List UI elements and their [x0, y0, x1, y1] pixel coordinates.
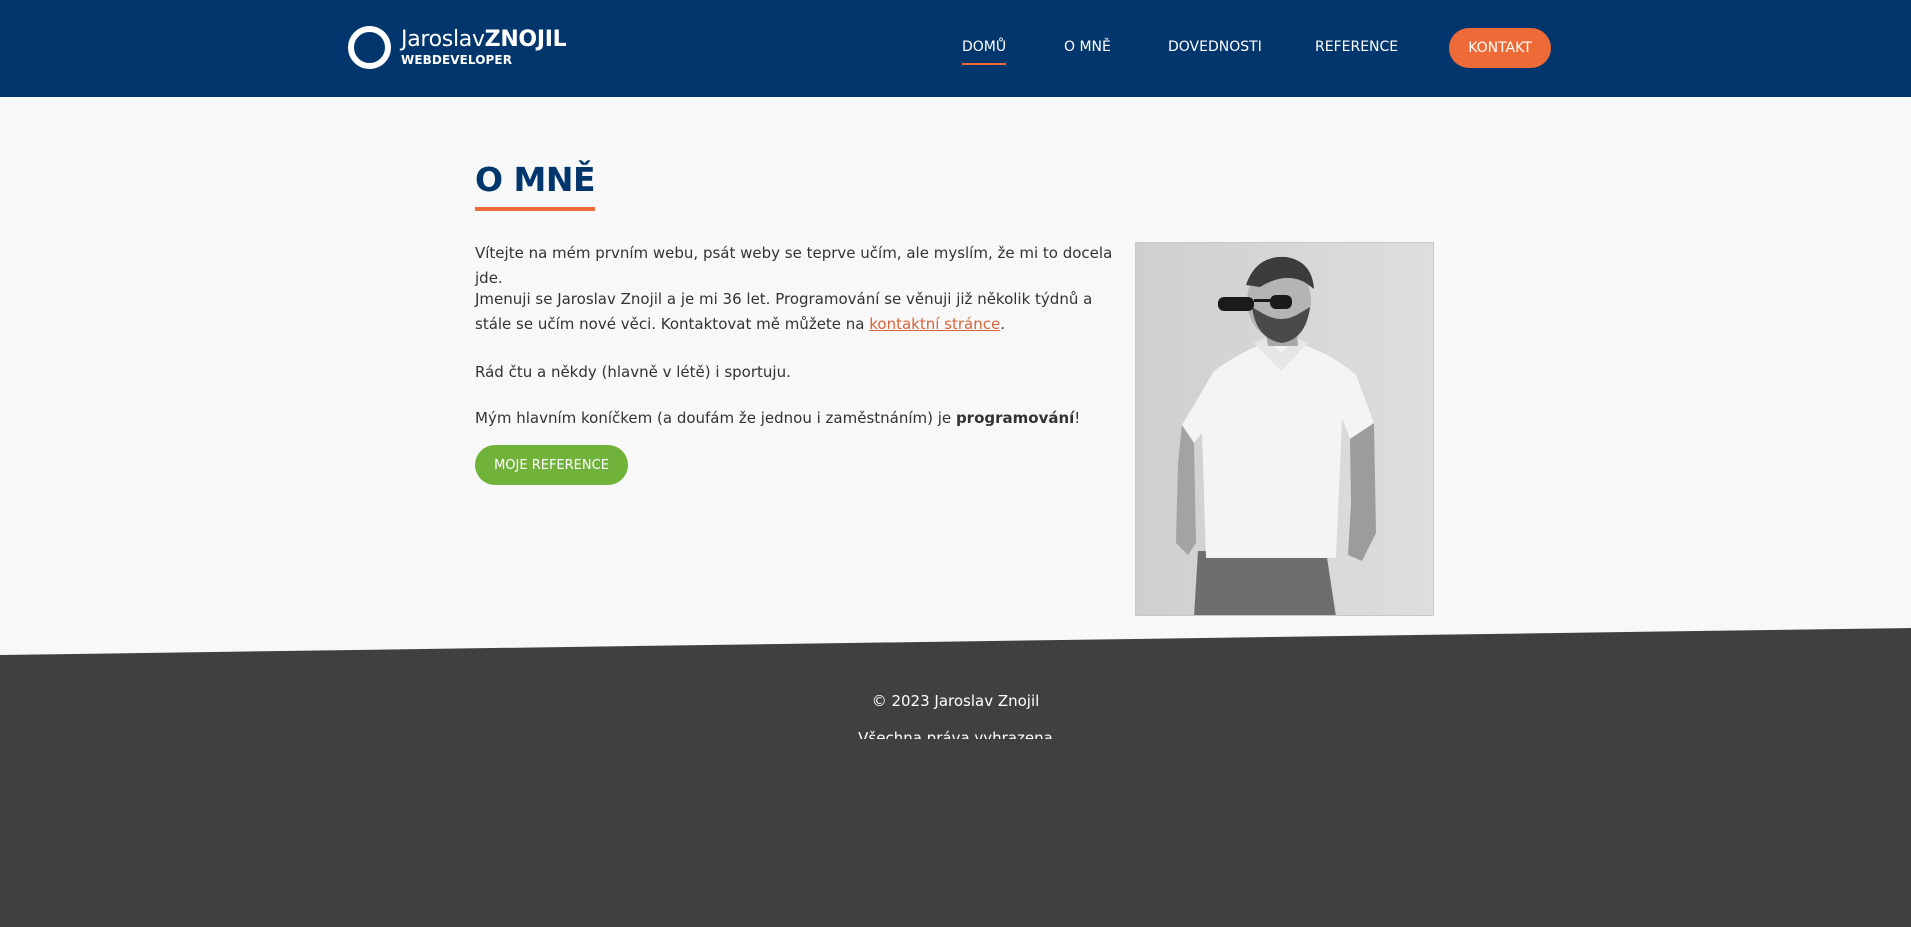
main-hobby-paragraph: Mým hlavním koníčkem (a doufám že jednou… [475, 406, 1115, 431]
intro-paragraph: Vítejte na mém prvním webu, psát weby se… [475, 244, 1113, 287]
footer-cut-text: Všechna práva vyhrazena [858, 729, 1053, 739]
hobby-paragraph: Rád čtu a někdy (hlavně v létě) i sportu… [475, 363, 791, 381]
page-title: O MNĚ [475, 160, 596, 211]
footer-copyright: © 2023 Jaroslav Znojil [871, 692, 1040, 710]
contact-page-link[interactable]: kontaktní stránce [869, 315, 1000, 333]
main-hobby-text: Mým hlavním koníčkem (a doufám že jednou… [475, 409, 956, 427]
logo[interactable]: JaroslavZNOJIL WEBDEVELOPER [348, 26, 567, 69]
logo-last-name: ZNOJIL [484, 27, 567, 52]
age-end: . [1000, 315, 1006, 333]
about-section: O MNĚ Vítejte na mém prvním webu, psát w… [475, 160, 1112, 485]
nav-item-o-mne[interactable]: O MNĚ [1064, 39, 1111, 55]
nav-item-domu[interactable]: DOMŮ [962, 39, 1007, 65]
age-paragraph: Jmenuji se Jaroslav Znojil a je mi 36 le… [475, 287, 1115, 337]
profile-photo [1135, 242, 1434, 616]
main-hobby-bold: programování [955, 409, 1075, 427]
moje-reference-button[interactable]: MOJE REFERENCE [475, 445, 628, 485]
main-hobby-end: ! [1074, 409, 1081, 427]
logo-first-name: Jaroslav [401, 27, 485, 52]
footer-background [0, 628, 1911, 927]
nav-item-dovednosti[interactable]: DOVEDNOSTI [1168, 39, 1262, 55]
logo-ring-icon [348, 26, 391, 69]
nav-item-reference[interactable]: REFERENCE [1315, 39, 1398, 55]
logo-subtitle: WEBDEVELOPER [401, 53, 513, 67]
profile-photo-illustration [1136, 243, 1433, 615]
kontakt-button[interactable]: KONTAKT [1449, 28, 1551, 68]
logo-name: JaroslavZNOJIL [401, 27, 567, 52]
logo-text: JaroslavZNOJIL WEBDEVELOPER [401, 27, 567, 67]
site-header: JaroslavZNOJIL WEBDEVELOPER DOMŮ O MNĚ D… [0, 0, 1911, 97]
